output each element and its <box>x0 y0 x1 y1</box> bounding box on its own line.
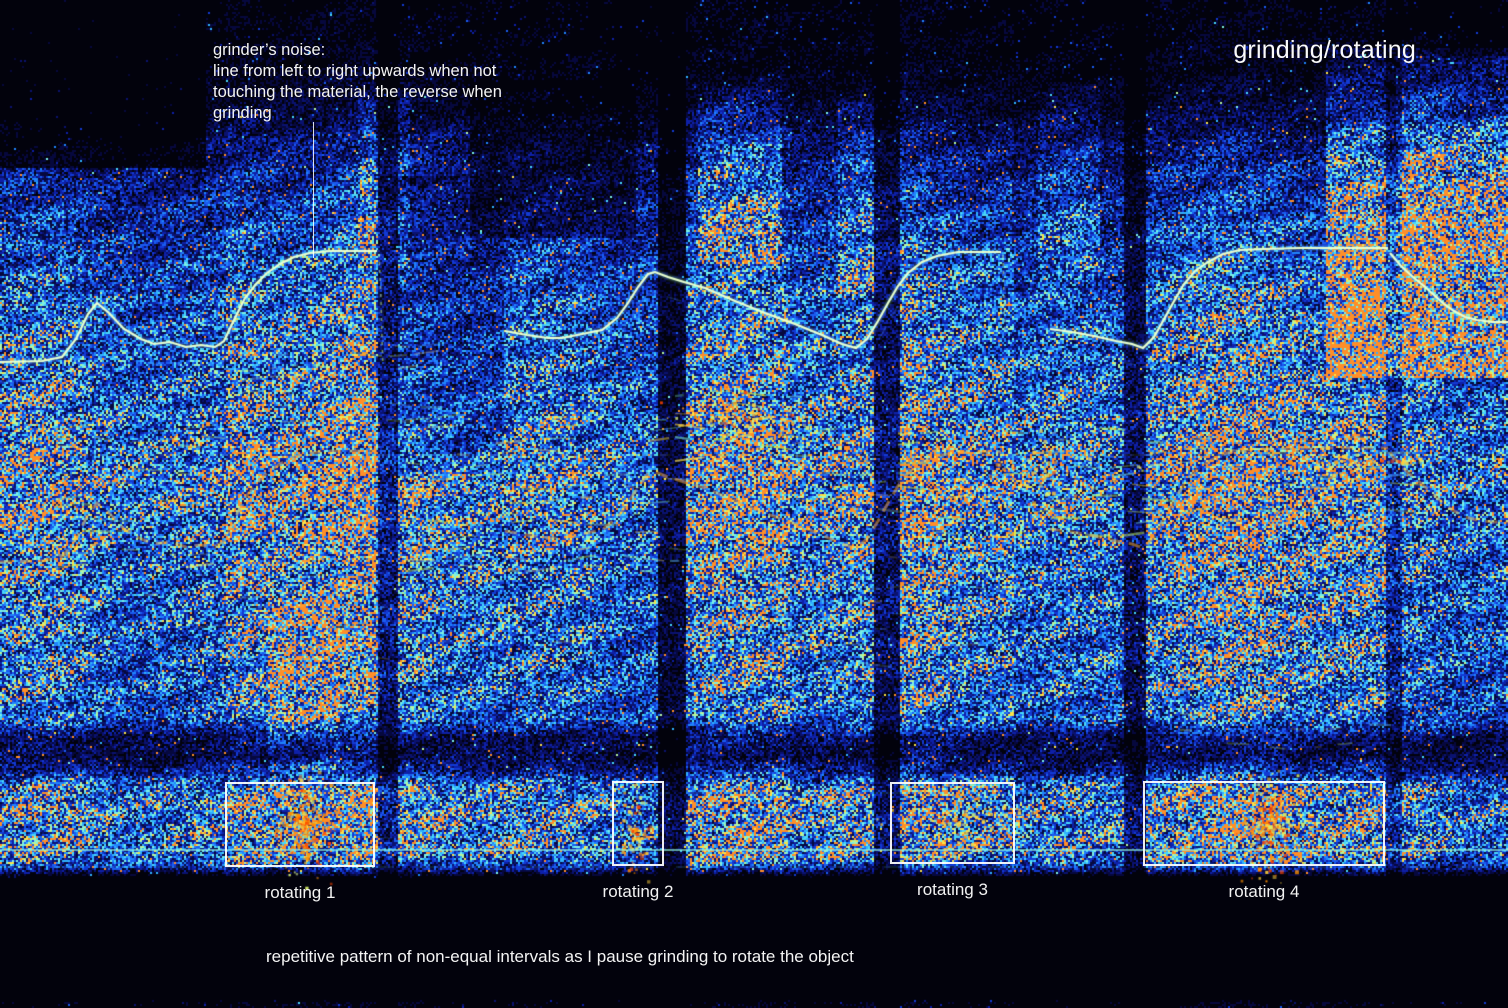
spectrogram-figure: grinder’s noise: line from left to right… <box>0 0 1508 1008</box>
spectrogram-canvas <box>0 0 1508 1008</box>
